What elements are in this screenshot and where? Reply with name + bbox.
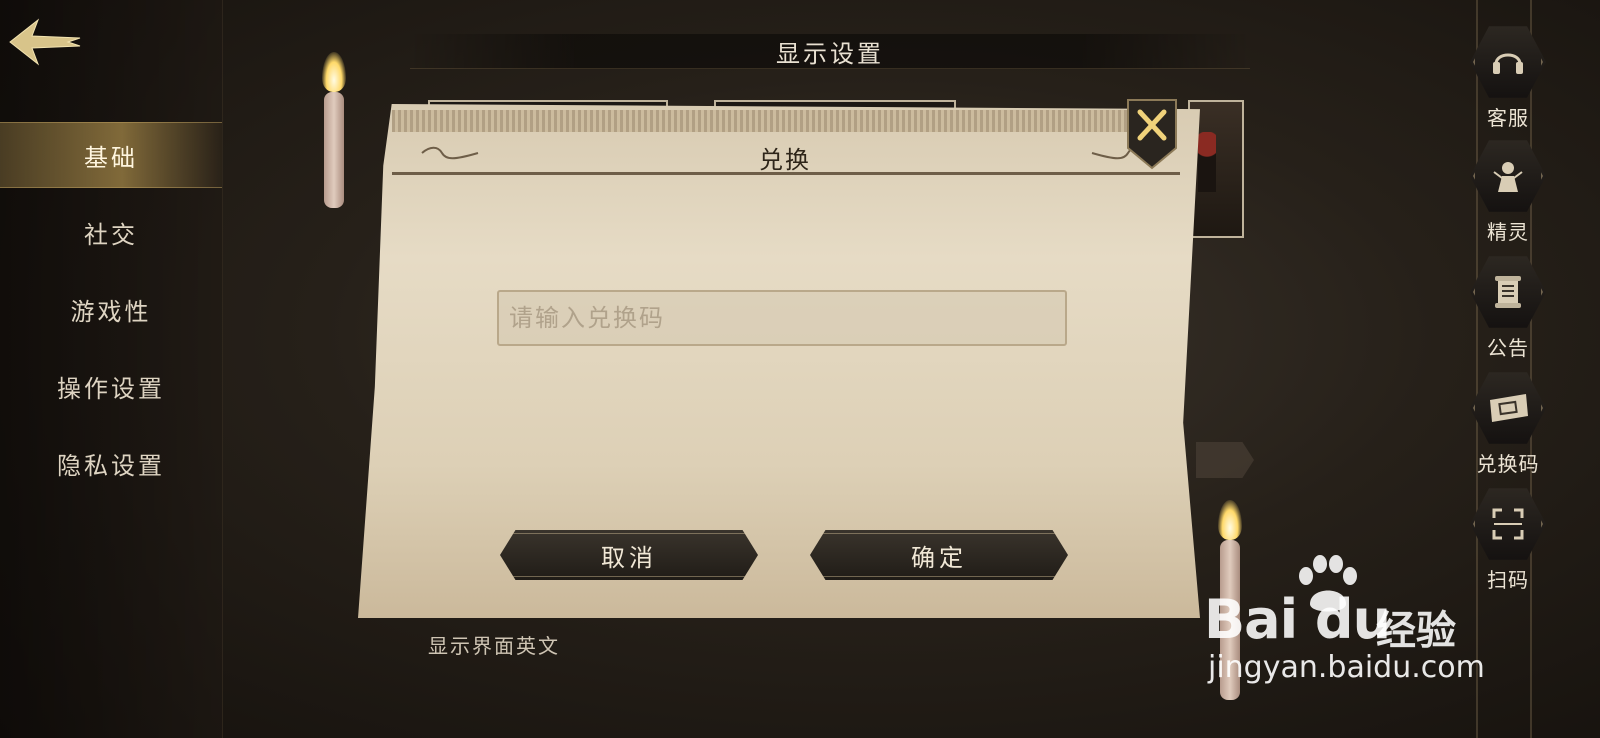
- back-button[interactable]: [8, 14, 84, 70]
- sprite-icon: [1493, 162, 1523, 192]
- rail-label: 兑换码: [1476, 452, 1540, 476]
- sidebar-item-label: 操作设置: [57, 374, 165, 403]
- paw-logo-icon: [1299, 555, 1357, 612]
- ticket-icon: [1490, 394, 1528, 422]
- page-title: 显示设置: [776, 39, 884, 68]
- sprite-button[interactable]: 精灵: [1462, 138, 1554, 256]
- sidebar-item-privacy[interactable]: 隐私设置: [0, 431, 222, 495]
- headset-icon: [1493, 53, 1523, 74]
- dialog-title-divider: [392, 172, 1180, 175]
- rail-label: 扫码: [1487, 568, 1529, 592]
- customer-service-button[interactable]: 客服: [1462, 24, 1554, 142]
- close-icon: [1127, 99, 1177, 170]
- close-button[interactable]: [1124, 98, 1180, 170]
- rail-hex: [1470, 140, 1546, 212]
- cancel-button[interactable]: 取消: [500, 530, 758, 580]
- sidebar-item-social[interactable]: 社交: [0, 200, 222, 264]
- watermark-url: jingyan.baidu.com: [1208, 650, 1485, 685]
- scan-code-button[interactable]: 扫码: [1462, 486, 1554, 604]
- rail-hex: [1470, 256, 1546, 328]
- baidu-watermark: Bai du 经验 jingyan.baidu.com: [1160, 550, 1490, 690]
- confirm-button[interactable]: 确定: [810, 530, 1068, 580]
- sidebar-item-gameplay[interactable]: 游戏性: [0, 277, 222, 341]
- rail-hex: [1470, 372, 1546, 444]
- rail-label: 精灵: [1487, 220, 1529, 244]
- confirm-button-label: 确定: [911, 543, 967, 572]
- sidebar-item-label: 游戏性: [70, 297, 152, 326]
- rail-hex: [1470, 26, 1546, 98]
- redeem-dialog: [358, 104, 1200, 618]
- sidebar-item-label: 隐私设置: [57, 451, 165, 480]
- sidebar-item-label: 基础: [84, 143, 138, 172]
- redeem-code-input[interactable]: [497, 290, 1067, 346]
- display-english-option-label: 显示界面英文: [428, 634, 560, 658]
- candle-left-icon: [322, 52, 348, 208]
- sidebar-item-label: 社交: [84, 220, 138, 249]
- announcement-button[interactable]: 公告: [1462, 254, 1554, 372]
- scroll-icon: [1495, 276, 1521, 308]
- character-figure: [1198, 132, 1216, 192]
- top-title-bar: 显示设置: [410, 34, 1250, 69]
- dialog-title: 兑换: [759, 146, 811, 174]
- sidebar-item-controls[interactable]: 操作设置: [0, 354, 222, 418]
- scroll-right-arrow-icon[interactable]: [1196, 442, 1254, 478]
- back-arrow-icon: [9, 18, 81, 66]
- scan-icon: [1492, 508, 1524, 540]
- ornament-left-icon: [421, 146, 479, 160]
- rail-hex: [1470, 488, 1546, 560]
- candle-right-icon: [1218, 500, 1244, 700]
- rail-label: 客服: [1487, 106, 1529, 130]
- watermark-product: 经验: [1376, 608, 1456, 654]
- cancel-button-label: 取消: [601, 543, 657, 572]
- redeem-code-button[interactable]: 兑换码: [1462, 370, 1554, 488]
- rail-label: 公告: [1487, 336, 1529, 360]
- dialog-header-decoration: [392, 110, 1146, 132]
- settings-sidebar: 基础 社交 游戏性 操作设置 隐私设置: [0, 0, 223, 738]
- sidebar-item-basic[interactable]: 基础: [0, 122, 222, 188]
